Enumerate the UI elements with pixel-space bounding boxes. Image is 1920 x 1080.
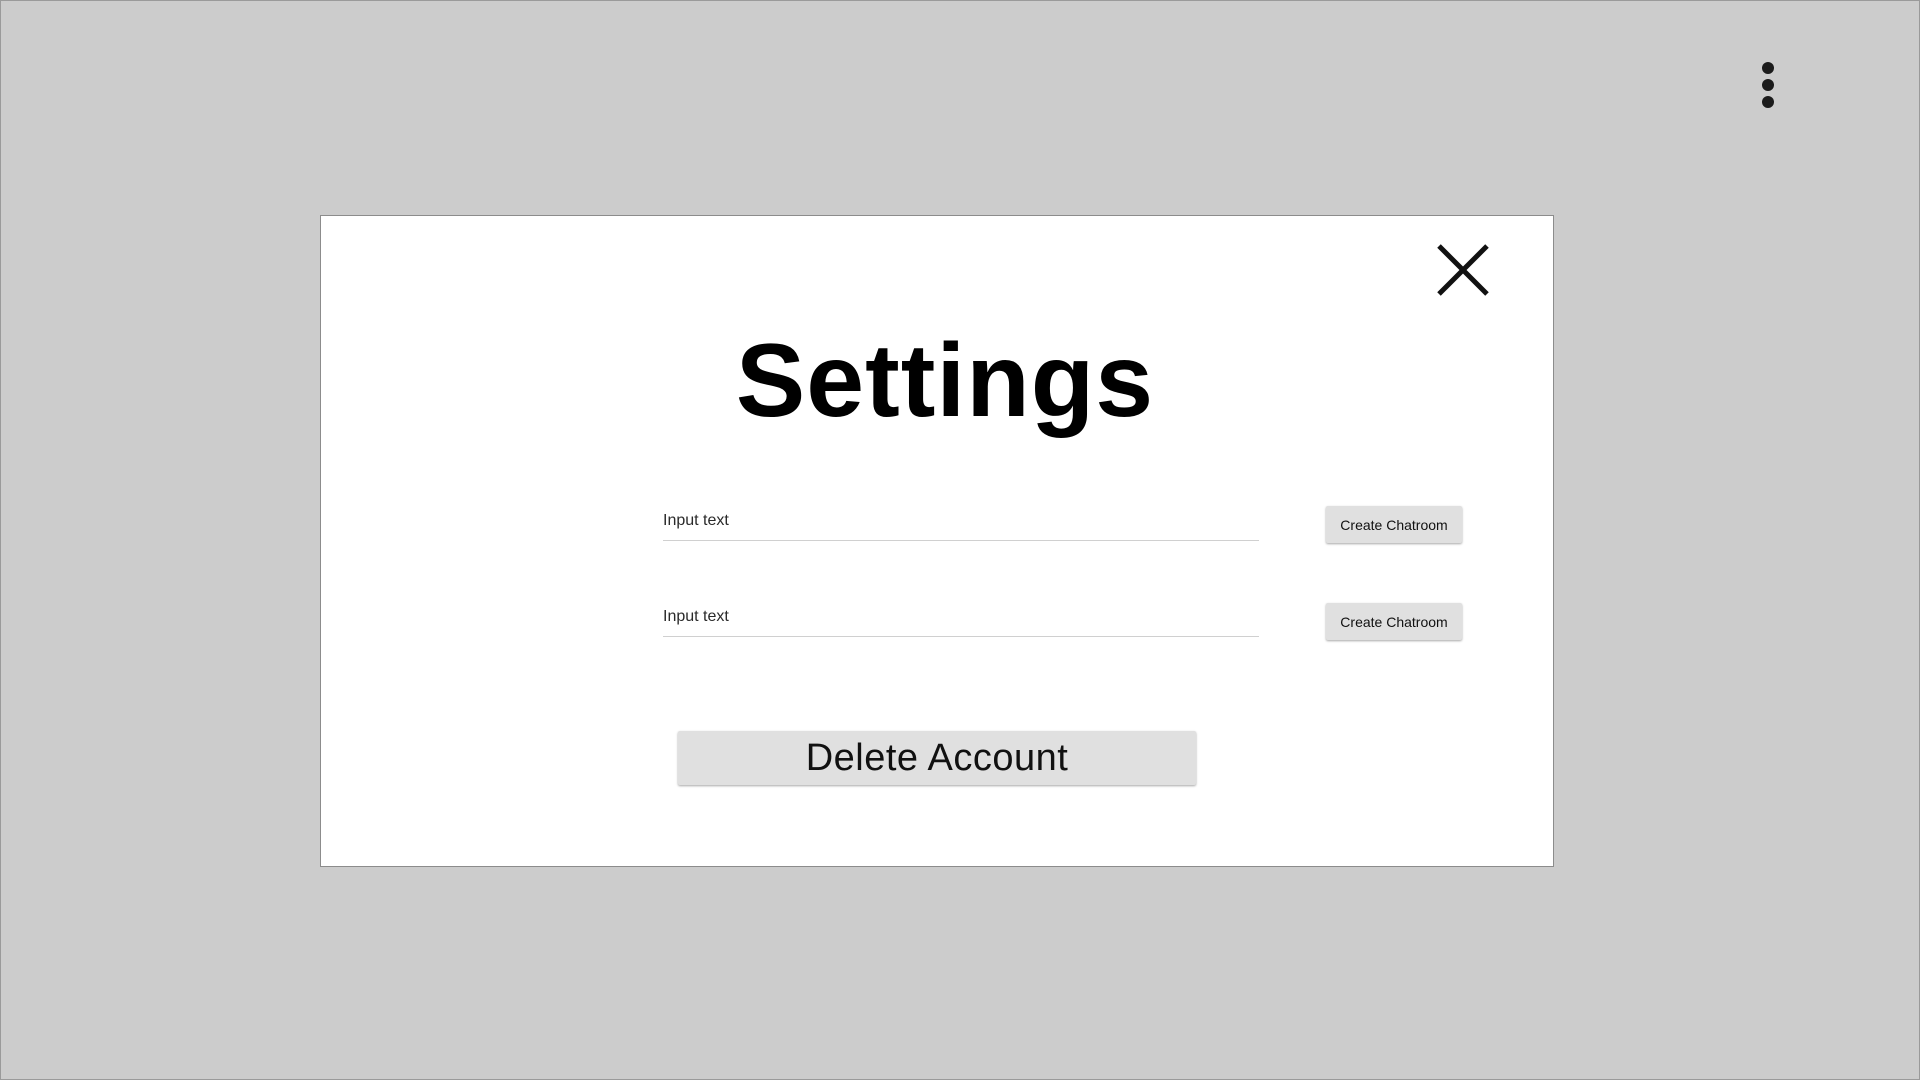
chatroom-field-2 (663, 598, 1259, 637)
more-vert-icon-dot (1762, 96, 1774, 108)
delete-account-button[interactable]: Delete Account (678, 731, 1196, 785)
app-background: Settings Create Chatroom Create Chatroom… (0, 0, 1920, 1080)
page-title: Settings (735, 323, 1155, 439)
create-chatroom-button-1[interactable]: Create Chatroom (1326, 506, 1462, 543)
settings-dialog: Settings Create Chatroom Create Chatroom… (320, 215, 1554, 867)
more-vert-icon (1762, 62, 1774, 74)
chatroom-name-input-2[interactable] (663, 604, 1253, 630)
more-vert-icon-dot (1762, 79, 1774, 91)
create-chatroom-button-2[interactable]: Create Chatroom (1326, 603, 1462, 640)
close-icon (1437, 244, 1489, 296)
more-options-button[interactable] (1753, 57, 1783, 113)
chatroom-name-input-1[interactable] (663, 508, 1253, 534)
chatroom-field-1 (663, 502, 1259, 541)
close-button[interactable] (1433, 240, 1493, 300)
